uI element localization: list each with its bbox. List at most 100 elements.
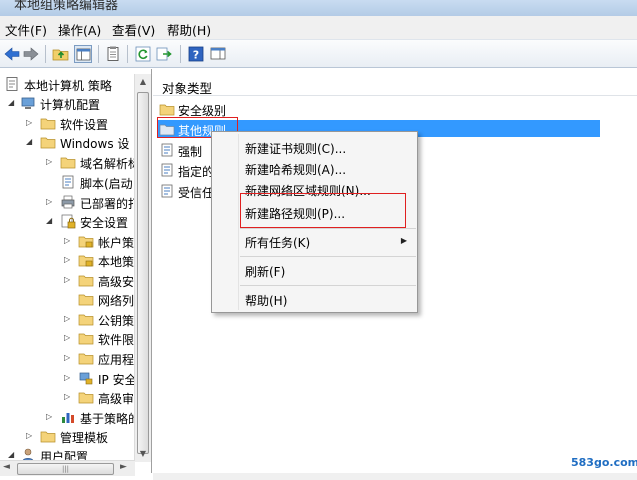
toolbar-separator bbox=[45, 45, 46, 63]
tree-item-policy-qos[interactable]: ▷ 基于策略的 bbox=[0, 408, 140, 427]
tree-item-software-settings[interactable]: ▷ 软件设置 bbox=[0, 114, 140, 133]
properties-icon[interactable] bbox=[104, 45, 122, 63]
folder-icon bbox=[40, 115, 56, 131]
column-header[interactable]: 对象类型 bbox=[153, 69, 637, 96]
collapsed-arrow-icon[interactable]: ▷ bbox=[64, 353, 72, 363]
help-icon[interactable]: ? bbox=[187, 45, 205, 63]
scroll-left-arrow-icon[interactable]: ◄ bbox=[3, 462, 10, 472]
folder-icon bbox=[78, 330, 94, 346]
folder-icon bbox=[40, 428, 56, 444]
tree-item-local-policy[interactable]: 本地计算机 策略 bbox=[0, 75, 140, 94]
scroll-down-arrow-icon[interactable]: ▼ bbox=[135, 446, 151, 462]
collapsed-arrow-icon[interactable]: ▷ bbox=[64, 275, 72, 285]
scroll-right-arrow-icon[interactable]: ► bbox=[120, 462, 127, 472]
expand-arrow-icon[interactable]: ◢ bbox=[46, 216, 54, 226]
menu-item-new-hash-rule[interactable]: 新建哈希规则(A)... bbox=[245, 161, 346, 178]
tree-item-ip-security[interactable]: ▷ IP 安全 bbox=[0, 369, 140, 388]
list-item-security-levels[interactable]: 安全级别 bbox=[159, 99, 359, 119]
menu-action[interactable]: 操作(A) bbox=[58, 20, 101, 39]
collapsed-arrow-icon[interactable]: ▷ bbox=[64, 255, 72, 265]
folder-icon bbox=[78, 311, 94, 327]
expand-arrow-icon[interactable]: ◢ bbox=[8, 98, 16, 108]
back-arrow-icon[interactable] bbox=[3, 45, 21, 63]
toolbar: ? bbox=[0, 40, 637, 68]
title-bar: 本地组策略编辑器 bbox=[0, 0, 637, 16]
script-icon bbox=[60, 174, 76, 190]
menu-separator bbox=[240, 285, 416, 286]
tree-vertical-scrollbar[interactable]: ▲ ▼ bbox=[134, 74, 151, 462]
refresh-icon[interactable] bbox=[134, 45, 152, 63]
expand-arrow-icon[interactable]: ◢ bbox=[8, 450, 16, 460]
menu-file[interactable]: 文件(F) bbox=[5, 20, 47, 39]
list-item-designated-file-types[interactable]: 指定的 bbox=[159, 160, 219, 180]
menu-item-new-network-zone-rule[interactable]: 新建网络区域规则(N)... bbox=[245, 182, 371, 199]
collapsed-arrow-icon[interactable]: ▷ bbox=[46, 197, 54, 207]
column-header-object-type[interactable]: 对象类型 bbox=[162, 78, 212, 97]
tree-item-dns-policy[interactable]: ▷ 域名解析标 bbox=[0, 153, 140, 172]
collapsed-arrow-icon[interactable]: ▷ bbox=[64, 392, 72, 402]
tree-item-scripts[interactable]: 脚本(启动 bbox=[0, 173, 140, 192]
folder-open-icon bbox=[40, 134, 56, 150]
tree-item-public-key[interactable]: ▷ 公钥策 bbox=[0, 310, 140, 329]
scrollbar-thumb[interactable]: ||| bbox=[17, 463, 114, 475]
folder-icon bbox=[78, 272, 94, 288]
export-list-icon[interactable] bbox=[155, 45, 173, 63]
menu-separator bbox=[240, 228, 416, 229]
collapsed-arrow-icon[interactable]: ▷ bbox=[46, 412, 54, 422]
collapsed-arrow-icon[interactable]: ▷ bbox=[46, 157, 54, 167]
menu-gutter bbox=[238, 134, 239, 310]
collapsed-arrow-icon[interactable]: ▷ bbox=[64, 314, 72, 324]
window-title: 本地组策略编辑器 bbox=[14, 0, 119, 13]
collapsed-arrow-icon[interactable]: ▷ bbox=[26, 431, 34, 441]
menu-item-new-path-rule[interactable]: 新建路径规则(P)... bbox=[245, 205, 345, 222]
collapsed-arrow-icon[interactable]: ▷ bbox=[64, 373, 72, 383]
tree-pane[interactable]: 本地计算机 策略 ◢ 计算机配置 ▷ 软件设置 ◢ Windows 设 ▷ 域名… bbox=[0, 69, 152, 473]
folder-lock-icon bbox=[78, 233, 94, 249]
scroll-up-arrow-icon[interactable]: ▲ bbox=[135, 74, 151, 90]
list-item-trusted-publishers[interactable]: 受信任 bbox=[159, 181, 219, 201]
expand-arrow-icon[interactable]: ◢ bbox=[26, 137, 34, 147]
folder-icon bbox=[159, 101, 175, 117]
tree-item-account-policies[interactable]: ▷ 帐户策 bbox=[0, 232, 140, 251]
tree-item-advanced-audit[interactable]: ▷ 高级审 bbox=[0, 388, 140, 407]
action-pane-icon[interactable] bbox=[209, 45, 227, 63]
ip-security-icon bbox=[78, 370, 94, 386]
tree-item-security-settings[interactable]: ◢ 安全设置 bbox=[0, 212, 140, 231]
printer-icon bbox=[60, 194, 76, 210]
toolbar-separator bbox=[180, 45, 181, 63]
folder-lock-icon bbox=[78, 252, 94, 268]
tree-item-computer-config[interactable]: ◢ 计算机配置 bbox=[0, 94, 140, 113]
tree-item-admin-templates[interactable]: ▷ 管理模板 bbox=[0, 427, 140, 446]
tree-item-windows-settings[interactable]: ◢ Windows 设 bbox=[0, 133, 140, 152]
forward-arrow-icon[interactable] bbox=[22, 45, 40, 63]
menu-bar: 文件(F) 操作(A) 查看(V) 帮助(H) bbox=[0, 16, 637, 40]
tree-item-app-control[interactable]: ▷ 应用程 bbox=[0, 349, 140, 368]
folder-icon bbox=[60, 154, 76, 170]
menu-item-all-tasks[interactable]: 所有任务(K) bbox=[245, 234, 310, 251]
list-item-enforcement[interactable]: 强制 bbox=[159, 140, 219, 160]
tree-item-advanced-security[interactable]: ▷ 高级安 bbox=[0, 271, 140, 290]
tree-item-network-list[interactable]: 网络列 bbox=[0, 290, 140, 309]
bar-chart-icon bbox=[60, 409, 76, 425]
menu-item-help[interactable]: 帮助(H) bbox=[245, 292, 287, 309]
collapsed-arrow-icon[interactable]: ▷ bbox=[26, 118, 34, 128]
menu-item-refresh[interactable]: 刷新(F) bbox=[245, 263, 285, 280]
scrollbar-thumb[interactable] bbox=[137, 92, 149, 454]
up-folder-icon[interactable] bbox=[52, 45, 70, 63]
svg-text:?: ? bbox=[193, 49, 199, 62]
menu-view[interactable]: 查看(V) bbox=[112, 20, 155, 39]
collapsed-arrow-icon[interactable]: ▷ bbox=[64, 236, 72, 246]
folder-icon bbox=[78, 291, 94, 307]
policy-setting-icon bbox=[159, 183, 175, 199]
menu-item-new-certificate-rule[interactable]: 新建证书规则(C)... bbox=[245, 140, 346, 157]
collapsed-arrow-icon[interactable]: ▷ bbox=[64, 333, 72, 343]
tree-item-deployed-printers[interactable]: ▷ 已部署的打 bbox=[0, 193, 140, 212]
tree-item-local-policies[interactable]: ▷ 本地策 bbox=[0, 251, 140, 270]
tree-item-software-restriction[interactable]: ▷ 软件限 bbox=[0, 329, 140, 348]
show-hide-tree-icon[interactable] bbox=[74, 45, 92, 63]
menu-help[interactable]: 帮助(H) bbox=[167, 20, 211, 39]
computer-icon bbox=[20, 95, 36, 111]
folder-icon bbox=[78, 350, 94, 366]
tree-horizontal-scrollbar[interactable]: ◄ ||| ► bbox=[0, 460, 135, 476]
policy-setting-icon bbox=[159, 162, 175, 178]
